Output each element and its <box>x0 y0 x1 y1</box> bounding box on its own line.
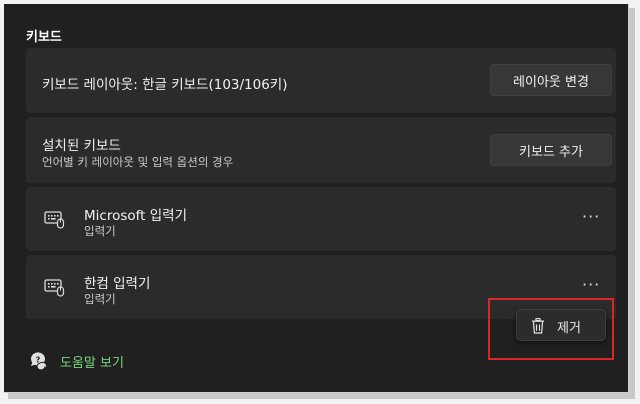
add-keyboard-button[interactable]: 키보드 추가 <box>490 134 612 166</box>
trash-icon <box>532 318 544 334</box>
keyboard-icon <box>44 211 65 229</box>
keyboard-icon <box>44 279 65 297</box>
installed-keyboards-subtitle: 언어별 키 레이아웃 및 입력 옵션의 경우 <box>42 155 234 169</box>
section-title: 키보드 <box>26 30 62 45</box>
remove-menu-item[interactable]: 제거 <box>516 309 606 341</box>
ime-item[interactable]: Microsoft 입력기 입력기 ··· <box>26 187 616 251</box>
change-layout-button[interactable]: 레이아웃 변경 <box>490 64 612 96</box>
help-chat-icon[interactable]: ? <box>28 350 50 372</box>
keyboard-layout-label: 키보드 레이아웃: 한글 키보드(103/106키) <box>42 77 288 93</box>
help-link[interactable]: 도움말 보기 <box>60 352 124 371</box>
more-options-icon[interactable]: ··· <box>582 207 600 226</box>
ime-name: Microsoft 입력기 <box>84 208 187 224</box>
window-shadow-right <box>629 8 635 396</box>
ime-type: 입력기 <box>84 224 116 238</box>
ime-type: 입력기 <box>84 292 116 306</box>
more-options-icon[interactable]: ··· <box>582 275 600 294</box>
remove-label: 제거 <box>557 321 581 336</box>
ime-name: 한컴 입력기 <box>84 276 151 292</box>
installed-keyboards-title: 설치된 키보드 <box>42 138 121 154</box>
keyboard-layout-card: 키보드 레이아웃: 한글 키보드(103/106키) 레이아웃 변경 <box>26 48 616 113</box>
installed-keyboards-card: 설치된 키보드 언어별 키 레이아웃 및 입력 옵션의 경우 키보드 추가 <box>26 117 616 183</box>
window-shadow-bottom <box>8 393 635 399</box>
